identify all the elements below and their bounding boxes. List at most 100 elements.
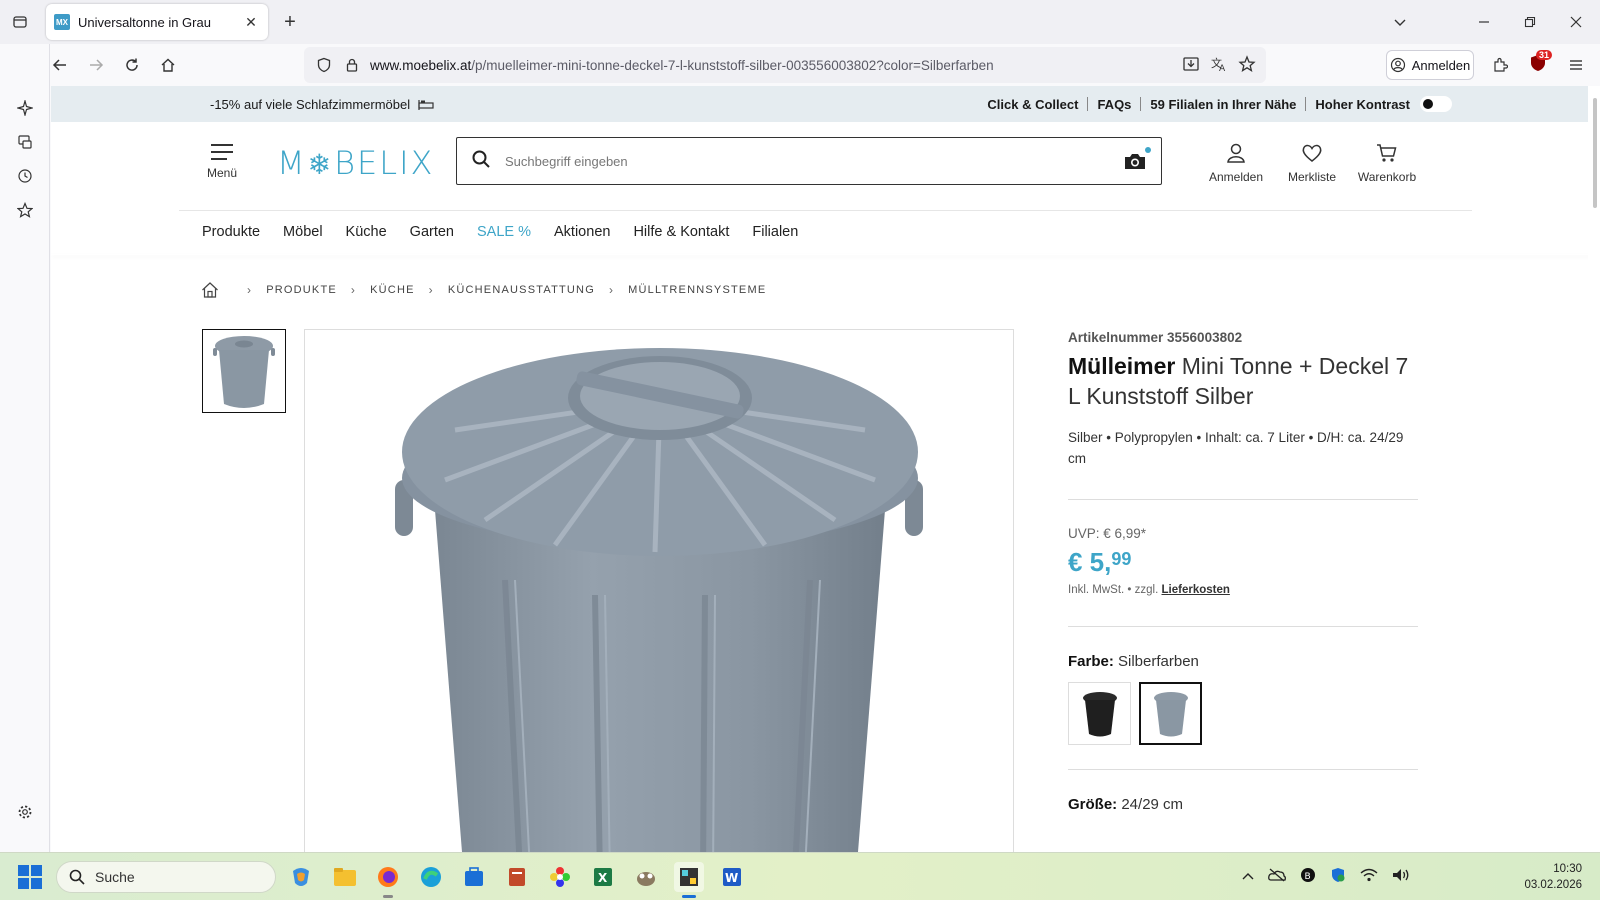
gimp-icon[interactable] [631, 862, 661, 892]
breadcrumb-kueche[interactable]: KÜCHE [370, 284, 415, 296]
account-button[interactable]: Anmelden [1208, 142, 1264, 184]
breadcrumb-muelltrennsysteme[interactable]: MÜLLTRENNSYSTEME [628, 284, 766, 296]
new-tab-icon[interactable]: + [278, 10, 302, 34]
windows-start-icon[interactable] [18, 865, 42, 889]
nav-item-aktionen[interactable]: Aktionen [554, 224, 610, 240]
ms-store-icon[interactable] [459, 862, 489, 892]
user-icon [1208, 142, 1264, 166]
app-pdf-icon[interactable] [502, 862, 532, 892]
forward-icon[interactable] [80, 50, 112, 80]
excel-icon[interactable]: X [588, 862, 618, 892]
taskbar-search[interactable]: Suche [56, 861, 276, 893]
breadcrumb: › PRODUKTE › KÜCHE › KÜCHENAUSSTATTUNG ›… [201, 281, 766, 299]
tab-list-icon[interactable] [8, 10, 32, 34]
tab-close-icon[interactable]: ✕ [242, 13, 260, 31]
tab-overflow-chevron-icon[interactable] [1386, 8, 1414, 36]
uvp-price: UVP: € 6,99* [1068, 526, 1147, 541]
home-icon[interactable] [152, 50, 184, 80]
click-collect-link[interactable]: Click & Collect [987, 97, 1078, 112]
breadcrumb-home-icon[interactable] [201, 281, 219, 299]
chevron-right-icon: › [247, 283, 253, 297]
size-label: Größe: 24/29 cm [1068, 796, 1184, 813]
url-text[interactable]: www.moebelix.at/p/muelleimer-mini-tonne-… [370, 58, 1182, 73]
edge-icon[interactable] [416, 862, 446, 892]
copilot-icon[interactable] [286, 862, 316, 892]
volume-icon[interactable] [1392, 868, 1410, 885]
extensions-icon[interactable] [1484, 50, 1516, 80]
bed-icon [418, 100, 434, 110]
browser-tab-active[interactable]: MX Universaltonne in Grau ✕ [46, 4, 268, 40]
swatch-black[interactable] [1068, 682, 1131, 745]
shipping-costs-link[interactable]: Lieferkosten [1162, 584, 1230, 596]
product-thumbnail[interactable] [202, 329, 286, 413]
faqs-link[interactable]: FAQs [1097, 97, 1131, 112]
restore-icon[interactable] [1516, 8, 1544, 36]
price-note: Inkl. MwSt. • zzgl. Lieferkosten [1068, 584, 1230, 596]
word-icon[interactable]: W [717, 862, 747, 892]
menu-button[interactable]: Menü [202, 144, 242, 180]
high-contrast-toggle[interactable] [1420, 96, 1452, 112]
search-input[interactable] [505, 153, 1123, 169]
promo-bar: -15% auf viele Schlafzimmermöbel Click &… [51, 86, 1600, 122]
stores-nearby-link[interactable]: 59 Filialen in Ihrer Nähe [1150, 97, 1296, 112]
history-icon[interactable] [9, 160, 41, 192]
breadcrumb-kuechenausstattung[interactable]: KÜCHENAUSSTATTUNG [448, 284, 595, 296]
lock-icon[interactable] [342, 55, 362, 75]
nav-item-kueche[interactable]: Küche [346, 224, 387, 240]
product-main-image[interactable] [304, 329, 1014, 852]
swatch-silver[interactable] [1139, 682, 1202, 745]
app-menu-icon[interactable] [1560, 50, 1592, 80]
wifi-icon[interactable] [1360, 868, 1378, 885]
security-shield-icon[interactable] [1330, 867, 1346, 886]
svg-text:A: A [1219, 64, 1226, 73]
breadcrumb-produkte[interactable]: PRODUKTE [266, 284, 337, 296]
high-contrast-label: Hoher Kontrast [1315, 96, 1410, 112]
browser-signin-button[interactable]: Anmelden [1386, 50, 1474, 80]
windows-taskbar: Suche X W B 10:30 03.02.2026 [0, 852, 1600, 900]
shield-icon[interactable] [314, 55, 334, 75]
promo-text[interactable]: -15% auf viele Schlafzimmermöbel [210, 97, 410, 112]
tray-overflow-chevron-icon[interactable] [1242, 869, 1254, 884]
bookmark-star-icon[interactable] [1238, 54, 1256, 76]
onedrive-off-icon[interactable] [1268, 868, 1286, 885]
wishlist-button[interactable]: Merkliste [1284, 142, 1340, 184]
color-swatches [1068, 682, 1418, 745]
nav-item-hilfe[interactable]: Hilfe & Kontakt [633, 224, 729, 240]
web-page: -15% auf viele Schlafzimmermöbel Click &… [51, 86, 1600, 852]
nav-item-filialen[interactable]: Filialen [752, 224, 798, 240]
active-app-icon[interactable] [674, 862, 704, 898]
moebelix-logo[interactable]: M❄BELIX [277, 144, 434, 182]
firefox-icon[interactable] [373, 862, 403, 898]
translate-icon[interactable]: 文A [1210, 55, 1228, 76]
ublock-extension-icon[interactable]: 31 [1522, 49, 1554, 80]
tray-app-icon[interactable]: B [1300, 867, 1316, 886]
synced-tabs-icon[interactable] [9, 126, 41, 158]
camera-search-icon[interactable] [1123, 147, 1151, 171]
close-window-icon[interactable] [1562, 8, 1590, 36]
nav-item-garten[interactable]: Garten [410, 224, 454, 240]
minimize-icon[interactable] [1470, 8, 1498, 36]
file-explorer-icon[interactable] [330, 862, 360, 892]
clock-time: 10:30 [1553, 863, 1582, 875]
ai-sparkle-icon[interactable] [9, 92, 41, 124]
taskbar-clock[interactable]: 10:30 03.02.2026 [1524, 861, 1582, 893]
url-bar[interactable]: www.moebelix.at/p/muelleimer-mini-tonne-… [304, 47, 1266, 83]
download-page-icon[interactable] [1182, 55, 1200, 76]
chevron-right-icon: › [608, 283, 615, 297]
reload-icon[interactable] [116, 50, 148, 80]
cart-button[interactable]: Warenkorb [1354, 142, 1420, 184]
nav-item-sale[interactable]: SALE % [477, 224, 531, 240]
search-icon[interactable] [471, 149, 495, 174]
account-icon [1390, 57, 1405, 73]
cart-icon [1354, 142, 1420, 166]
flower-app-icon[interactable] [545, 862, 575, 892]
page-scrollbar[interactable] [1588, 86, 1600, 852]
svg-text:W: W [725, 871, 738, 885]
sidebar-settings-icon[interactable] [9, 796, 41, 828]
heart-icon [1284, 142, 1340, 166]
bookmarks-icon[interactable] [9, 194, 41, 226]
svg-text:X: X [598, 871, 608, 885]
nav-item-moebel[interactable]: Möbel [283, 224, 323, 240]
product-attributes: Silber • Polypropylen • Inhalt: ca. 7 Li… [1068, 430, 1404, 466]
nav-item-produkte[interactable]: Produkte [202, 224, 260, 240]
